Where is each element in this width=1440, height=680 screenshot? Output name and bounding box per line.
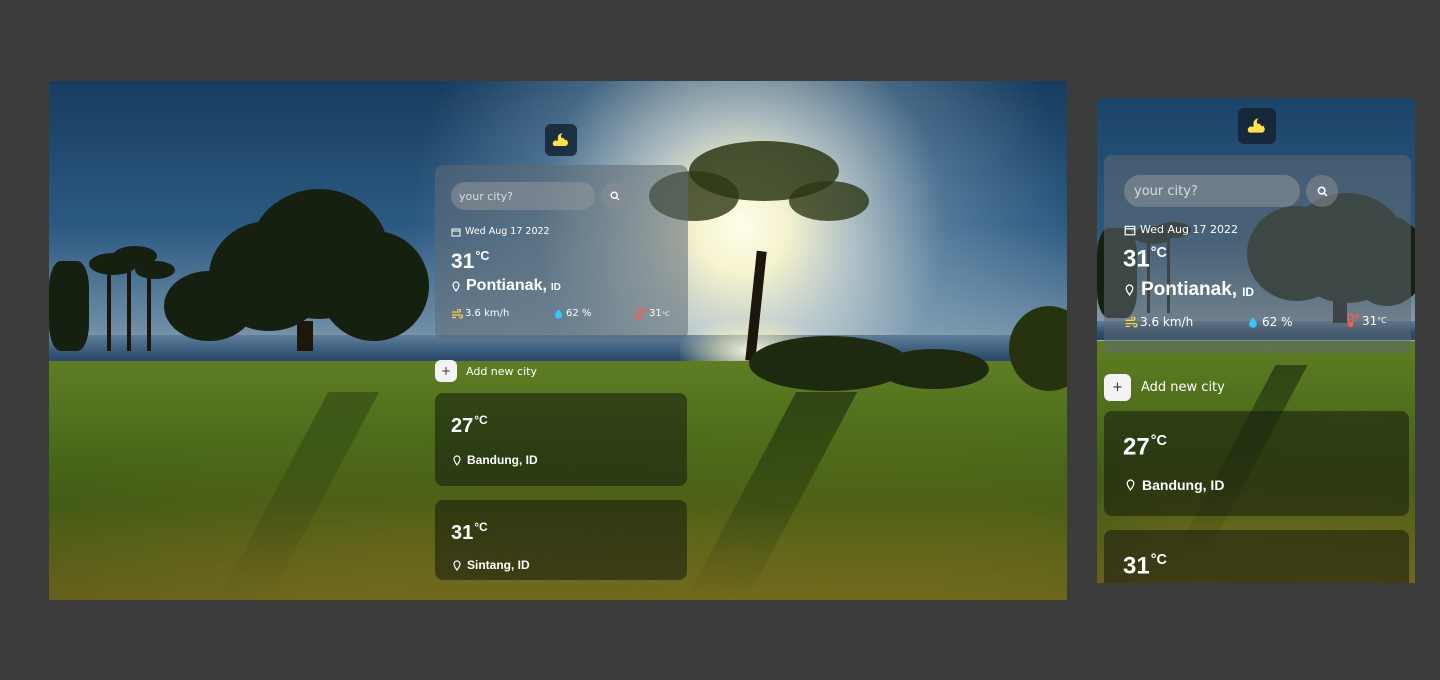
location-pin-icon [453, 559, 461, 571]
wind-icon [1125, 316, 1138, 328]
city-location: Bandung, ID [453, 453, 538, 467]
city-location: Sintang, ID [453, 558, 530, 572]
city-location: Bandung, ID [1126, 477, 1224, 493]
wind-stat: 3.6 km/h [451, 308, 509, 319]
feels-like-stat: 31 °C [1346, 313, 1387, 328]
city-temperature: 31°C [451, 520, 488, 544]
wind-icon [452, 308, 463, 319]
mobile-preview: Wed Aug 17 2022 31°C Pontianak, ID 3.6 k… [1097, 98, 1415, 583]
location-pin-icon [1126, 479, 1135, 491]
current-city: Pontianak, [1141, 279, 1238, 300]
plus-icon: + [1104, 374, 1131, 401]
moon-cloud-icon [1247, 118, 1265, 133]
thermometer-icon [636, 307, 647, 320]
location-pin-icon [453, 454, 461, 466]
humidity-stat: 62 % [1248, 315, 1293, 329]
city-card-bandung[interactable]: 27°C Bandung, ID [1104, 411, 1409, 516]
search-icon [1317, 186, 1327, 196]
city-card-sintang[interactable]: 31°C [1104, 530, 1409, 583]
current-city: Pontianak, [466, 277, 547, 294]
add-city-button[interactable]: + Add new city [435, 360, 537, 382]
add-city-label: Add new city [1141, 380, 1225, 395]
city-temperature: 27°C [451, 413, 488, 437]
search-button[interactable] [601, 182, 629, 210]
current-date: Wed Aug 17 2022 [1140, 223, 1238, 236]
humidity-stat: 62 % [554, 308, 591, 319]
plus-icon: + [435, 360, 457, 382]
humidity-drop-icon [1249, 317, 1257, 328]
add-city-button[interactable]: + Add new city [1104, 374, 1225, 401]
date-row: Wed Aug 17 2022 [451, 226, 550, 237]
desktop-preview: Wed Aug 17 2022 31°C Pontianak, ID 3.6 k… [49, 81, 1067, 600]
feels-like-stat: 31 °C [635, 307, 670, 320]
search-button[interactable] [1306, 175, 1338, 207]
current-date: Wed Aug 17 2022 [465, 226, 550, 237]
moon-cloud-icon [552, 133, 568, 146]
date-row: Wed Aug 17 2022 [1124, 223, 1238, 236]
city-temperature: 27°C [1123, 433, 1167, 461]
add-city-label: Add new city [466, 364, 537, 378]
current-location: Pontianak, ID [1125, 279, 1254, 301]
city-name: Bandung, ID [467, 453, 538, 467]
location-pin-icon [1125, 284, 1134, 296]
current-weather-card: Wed Aug 17 2022 31°C Pontianak, ID 3.6 k… [1104, 155, 1411, 353]
current-country: ID [1242, 284, 1255, 299]
app-logo [1238, 108, 1276, 144]
wind-stat: 3.6 km/h [1124, 315, 1193, 329]
current-location: Pontianak, ID [452, 277, 561, 295]
current-temperature: 31°C [1123, 245, 1167, 273]
city-temperature: 31°C [1123, 552, 1167, 580]
calendar-icon [451, 228, 461, 236]
humidity-drop-icon [555, 309, 562, 319]
current-temperature: 31°C [451, 249, 490, 274]
search-icon [610, 191, 620, 201]
city-card-bandung[interactable]: 27°C Bandung, ID [435, 393, 687, 486]
thermometer-icon [1347, 313, 1360, 328]
app-logo [545, 124, 577, 156]
city-card-sintang[interactable]: 31°C Sintang, ID [435, 500, 687, 580]
city-name: Bandung, ID [1142, 477, 1225, 493]
current-country: ID [550, 282, 561, 293]
search-input[interactable] [1124, 175, 1300, 207]
city-name: Sintang, ID [467, 558, 530, 572]
search-input[interactable] [451, 182, 595, 210]
current-weather-card: Wed Aug 17 2022 31°C Pontianak, ID 3.6 k… [435, 165, 688, 339]
location-pin-icon [452, 280, 460, 292]
calendar-icon [1124, 225, 1136, 235]
